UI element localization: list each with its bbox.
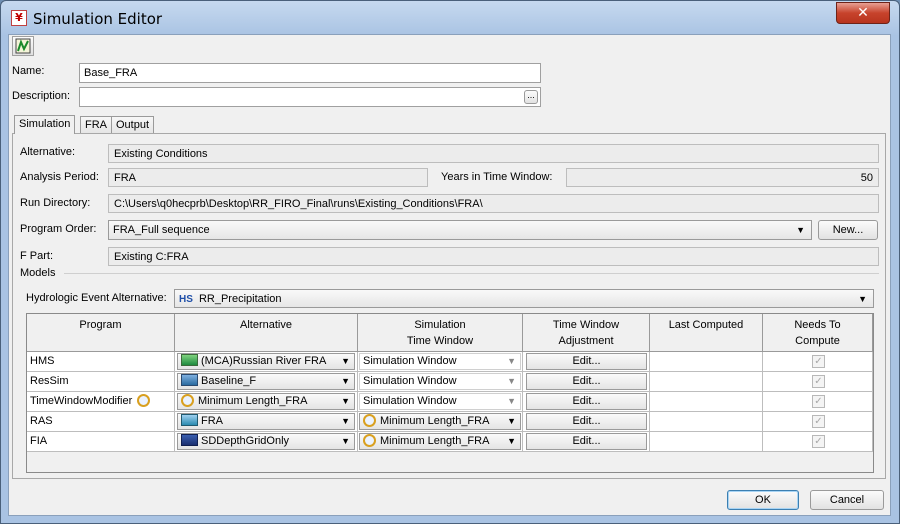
alternative-dropdown[interactable]: (MCA)Russian River FRA ▼ xyxy=(177,353,355,370)
new-program-order-button[interactable]: New... xyxy=(818,220,878,240)
table-row[interactable]: FIA SDDepthGridOnly ▼ Minimum Length_FRA ▼… xyxy=(27,432,873,452)
chevron-down-icon: ▼ xyxy=(341,416,350,426)
fpart-value: Existing C:FRA xyxy=(108,247,879,266)
years-value: 50 xyxy=(566,168,879,187)
needs-compute-checkbox[interactable]: ✓ xyxy=(812,355,825,368)
models-table: Program Alternative Simulation Time Windo… xyxy=(26,313,874,473)
run-directory-value: C:\Users\q0hecprb\Desktop\RR_FIRO_Final\… xyxy=(108,194,879,213)
needs-compute-checkbox[interactable]: ✓ xyxy=(812,415,825,428)
chevron-down-icon: ▼ xyxy=(341,376,350,386)
table-row[interactable]: RAS FRA ▼ Minimum Length_FRA ▼ Edit... ✓ xyxy=(27,412,873,432)
alternative-dropdown[interactable]: Minimum Length_FRA ▼ xyxy=(177,393,355,410)
last-computed-cell xyxy=(650,352,763,371)
edit-button[interactable]: Edit... xyxy=(526,373,647,390)
models-separator xyxy=(64,273,879,274)
description-browse-button[interactable]: ... xyxy=(524,90,538,104)
program-cell: TimeWindowModifier xyxy=(30,395,133,407)
clock-icon xyxy=(363,434,376,447)
description-field[interactable] xyxy=(79,87,541,107)
name-label: Name: xyxy=(12,65,45,77)
program-order-label: Program Order: xyxy=(20,223,97,235)
analysis-period-label: Analysis Period: xyxy=(20,171,99,183)
program-cell: HMS xyxy=(27,352,175,371)
name-field[interactable]: Base_FRA xyxy=(79,63,541,83)
program-cell: FIA xyxy=(27,432,175,451)
ras-icon xyxy=(181,414,198,426)
last-computed-cell xyxy=(650,372,763,391)
program-order-dropdown[interactable]: FRA_Full sequence ▼ xyxy=(108,220,812,240)
last-computed-cell xyxy=(650,412,763,431)
edit-button[interactable]: Edit... xyxy=(526,393,647,410)
title-bar[interactable]: ¥ Simulation Editor ✕ xyxy=(1,1,899,35)
tab-simulation[interactable]: Simulation xyxy=(14,115,76,134)
alternative-dropdown[interactable]: Baseline_F ▼ xyxy=(177,373,355,390)
years-label: Years in Time Window: xyxy=(441,171,553,183)
compute-toolbar-button[interactable] xyxy=(12,36,34,56)
chevron-down-icon: ▼ xyxy=(507,356,516,366)
alternative-label: Alternative: xyxy=(20,146,76,158)
fia-icon xyxy=(181,434,198,446)
alternative-dropdown[interactable]: SDDepthGridOnly ▼ xyxy=(177,433,355,450)
hydro-event-dropdown[interactable]: HS RR_Precipitation ▼ xyxy=(174,289,874,308)
program-order-value: FRA_Full sequence xyxy=(113,224,210,236)
col-header-sim-time-window[interactable]: Simulation Time Window xyxy=(358,314,523,352)
time-window-dropdown[interactable]: Simulation Window ▼ xyxy=(359,393,521,410)
compute-icon xyxy=(15,38,31,54)
cancel-button[interactable]: Cancel xyxy=(810,490,884,510)
alternative-value: Existing Conditions xyxy=(108,144,879,163)
chevron-down-icon: ▼ xyxy=(507,396,516,406)
close-button[interactable]: ✕ xyxy=(836,2,890,24)
models-section-label: Models xyxy=(20,267,56,279)
chevron-down-icon: ▼ xyxy=(796,225,805,235)
col-header-last-computed[interactable]: Last Computed xyxy=(650,314,763,352)
time-window-dropdown[interactable]: Minimum Length_FRA ▼ xyxy=(359,413,521,430)
edit-button[interactable]: Edit... xyxy=(526,353,647,370)
last-computed-cell xyxy=(650,432,763,451)
table-row[interactable]: TimeWindowModifier Minimum Length_FRA ▼ S… xyxy=(27,392,873,412)
clock-icon xyxy=(137,394,151,407)
chevron-down-icon: ▼ xyxy=(341,396,350,406)
edit-button[interactable]: Edit... xyxy=(526,433,647,450)
program-cell: ResSim xyxy=(27,372,175,391)
col-header-program[interactable]: Program xyxy=(27,314,175,352)
hydro-event-icon: HS xyxy=(179,294,193,305)
needs-compute-checkbox[interactable]: ✓ xyxy=(812,395,825,408)
tab-fra[interactable]: FRA xyxy=(80,116,112,134)
time-window-dropdown[interactable]: Simulation Window ▼ xyxy=(359,373,521,390)
needs-compute-checkbox[interactable]: ✓ xyxy=(812,435,825,448)
clock-icon xyxy=(363,414,376,427)
table-row[interactable]: HMS (MCA)Russian River FRA ▼ Simulation W… xyxy=(27,352,873,372)
ressim-icon xyxy=(181,374,198,386)
program-cell: RAS xyxy=(27,412,175,431)
app-icon: ¥ xyxy=(11,10,27,26)
time-window-dropdown[interactable]: Minimum Length_FRA ▼ xyxy=(359,433,521,450)
ok-button[interactable]: OK xyxy=(727,490,799,510)
chevron-down-icon: ▼ xyxy=(507,436,516,446)
chevron-down-icon: ▼ xyxy=(507,376,516,386)
window-title: Simulation Editor xyxy=(33,10,163,28)
chevron-down-icon: ▼ xyxy=(341,436,350,446)
fpart-label: F Part: xyxy=(20,250,54,262)
analysis-period-value: FRA xyxy=(108,168,428,187)
run-directory-label: Run Directory: xyxy=(20,197,91,209)
col-header-alternative[interactable]: Alternative xyxy=(175,314,358,352)
hydro-event-value: RR_Precipitation xyxy=(198,293,282,305)
description-label: Description: xyxy=(12,90,71,102)
chevron-down-icon: ▼ xyxy=(507,416,516,426)
edit-button[interactable]: Edit... xyxy=(526,413,647,430)
table-row[interactable]: ResSim Baseline_F ▼ Simulation Window ▼ Ed… xyxy=(27,372,873,392)
hms-icon xyxy=(181,354,198,366)
col-header-time-window-adjustment[interactable]: Time Window Adjustment xyxy=(523,314,650,352)
needs-compute-checkbox[interactable]: ✓ xyxy=(812,375,825,388)
clock-icon xyxy=(181,394,194,407)
last-computed-cell xyxy=(650,392,763,411)
chevron-down-icon: ▼ xyxy=(341,356,350,366)
chevron-down-icon: ▼ xyxy=(858,294,867,304)
col-header-needs-to-compute[interactable]: Needs To Compute xyxy=(763,314,873,352)
alternative-dropdown[interactable]: FRA ▼ xyxy=(177,413,355,430)
time-window-dropdown[interactable]: Simulation Window ▼ xyxy=(359,353,521,370)
hydro-event-label: Hydrologic Event Alternative: xyxy=(26,292,167,304)
tab-output[interactable]: Output xyxy=(111,116,155,134)
